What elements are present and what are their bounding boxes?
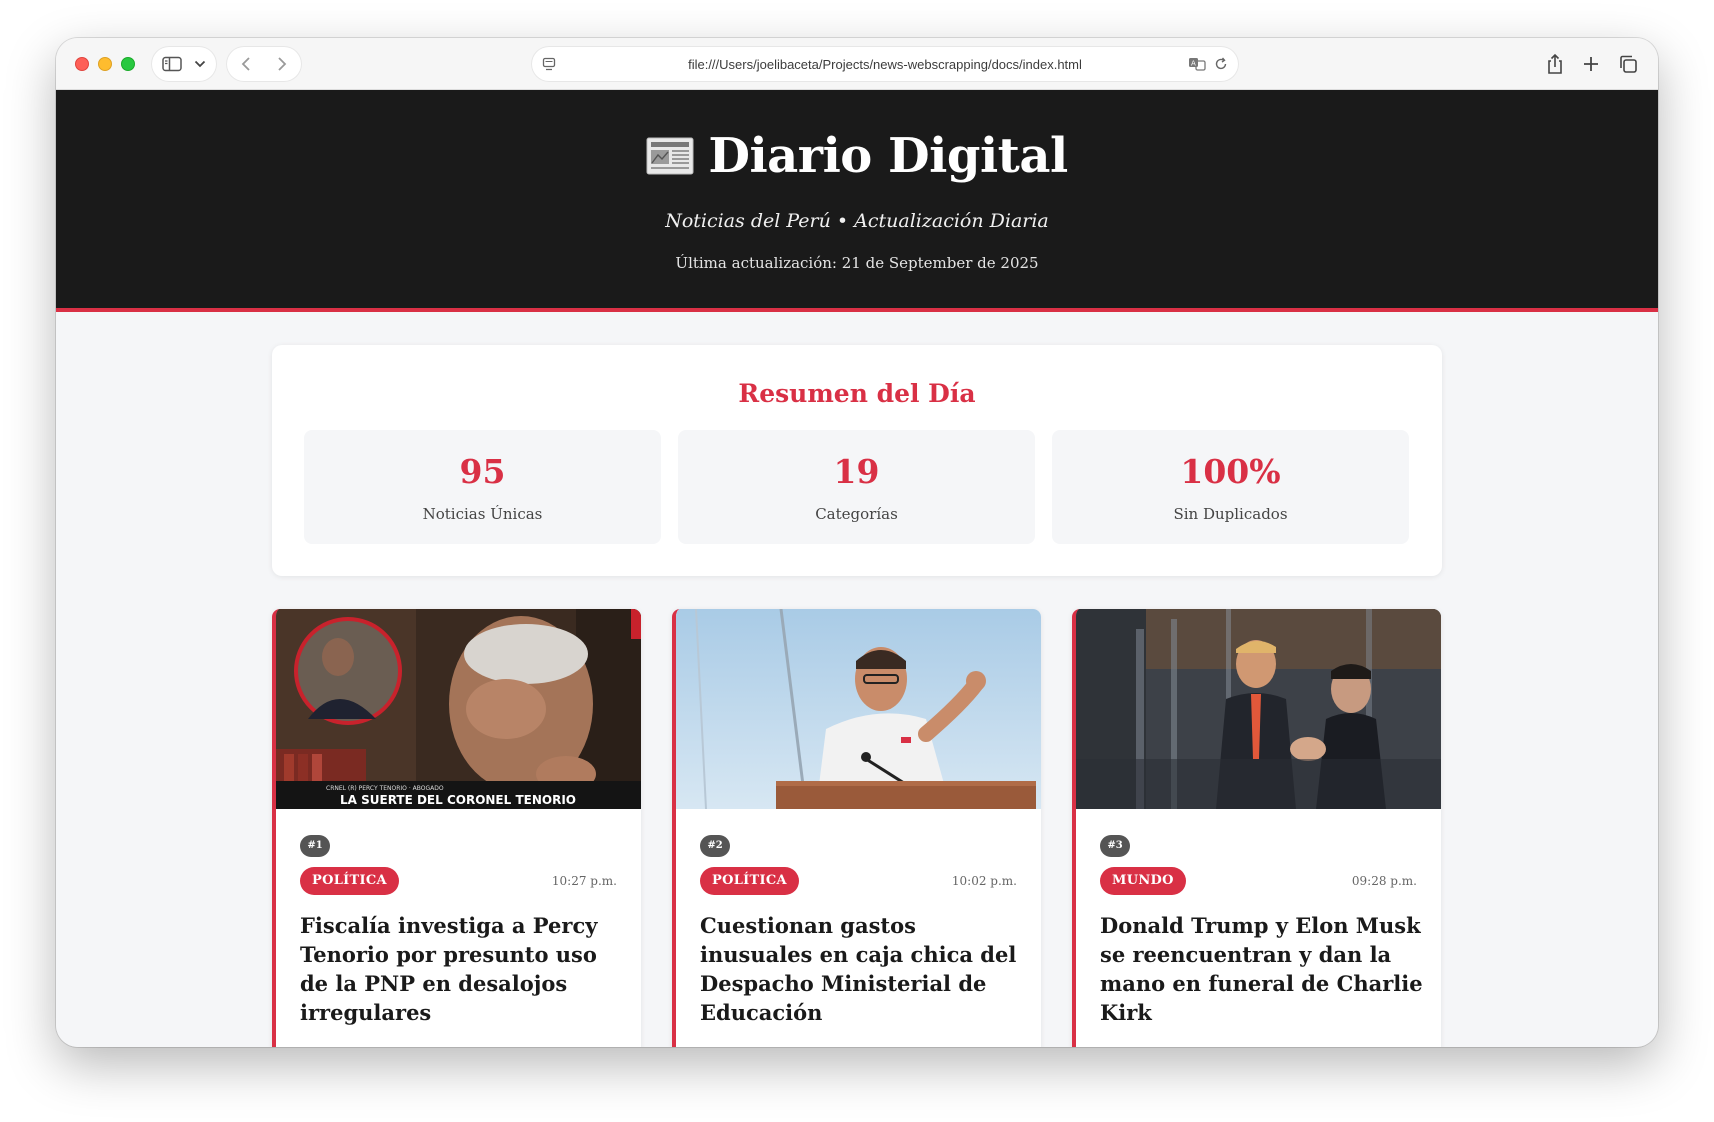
page-content: Diario Digital Noticias del Perú • Actua… bbox=[56, 90, 1658, 1047]
sidebar-icon bbox=[162, 56, 182, 72]
sidebar-toggle-button[interactable] bbox=[152, 47, 216, 81]
url-text: file:///Users/joelibaceta/Projects/news-… bbox=[688, 56, 1082, 72]
browser-window: file:///Users/joelibaceta/Projects/news-… bbox=[56, 38, 1658, 1047]
browser-toolbar: file:///Users/joelibaceta/Projects/news-… bbox=[56, 38, 1658, 90]
stat-no-duplicates: 100% Sin Duplicados bbox=[1052, 430, 1409, 544]
stat-value: 19 bbox=[833, 452, 880, 491]
chevron-down-icon[interactable] bbox=[194, 60, 206, 68]
forward-arrow-icon[interactable] bbox=[277, 56, 287, 72]
category-badge[interactable]: MUNDO bbox=[1100, 867, 1186, 895]
image-subcaption: CRNEL (R) PERCY TENORIO · ABOGADO bbox=[326, 785, 444, 792]
stat-categories: 19 Categorías bbox=[678, 430, 1035, 544]
news-image[interactable]: LA SUERTE DEL CORONEL TENORIO CRNEL (R) … bbox=[276, 609, 641, 809]
article-title[interactable]: Cuestionan gastos inusuales en caja chic… bbox=[700, 911, 1023, 1027]
stat-value: 100% bbox=[1180, 452, 1281, 491]
daily-summary: Resumen del Día 95 Noticias Únicas 19 Ca… bbox=[272, 345, 1442, 576]
publish-time: 10:27 p.m. bbox=[551, 874, 617, 888]
new-tab-icon[interactable] bbox=[1583, 56, 1599, 72]
news-card[interactable]: LA SUERTE DEL CORONEL TENORIO CRNEL (R) … bbox=[272, 609, 641, 1047]
stat-label: Sin Duplicados bbox=[1173, 505, 1288, 523]
rank-badge: #1 bbox=[300, 835, 330, 857]
reload-icon[interactable] bbox=[1214, 57, 1228, 71]
image-caption: LA SUERTE DEL CORONEL TENORIO bbox=[340, 793, 576, 807]
tagline: Noticias del Perú • Actualización Diaria bbox=[665, 210, 1049, 232]
minimize-window-button[interactable] bbox=[98, 57, 112, 71]
back-arrow-icon[interactable] bbox=[241, 56, 251, 72]
rank-badge: #2 bbox=[700, 835, 730, 857]
zoom-window-button[interactable] bbox=[121, 57, 135, 71]
share-icon[interactable] bbox=[1546, 53, 1564, 75]
summary-title: Resumen del Día bbox=[738, 379, 976, 408]
stat-label: Categorías bbox=[815, 505, 898, 523]
site-title-text: Diario Digital bbox=[708, 128, 1068, 184]
category-badge[interactable]: POLÍTICA bbox=[700, 867, 799, 895]
article-title[interactable]: Donald Trump y Elon Musk se reencuentran… bbox=[1100, 911, 1423, 1027]
last-updated: Última actualización: 21 de September de… bbox=[675, 254, 1039, 272]
rank-badge: #3 bbox=[1100, 835, 1130, 857]
article-title[interactable]: Fiscalía investiga a Percy Tenorio por p… bbox=[300, 911, 623, 1027]
svg-text:A: A bbox=[1191, 60, 1196, 68]
category-badge[interactable]: POLÍTICA bbox=[300, 867, 399, 895]
page-settings-icon[interactable] bbox=[542, 57, 556, 71]
newspaper-icon bbox=[646, 137, 694, 175]
news-card[interactable]: #3 MUNDO 09:28 p.m. Donald Trump y Elon … bbox=[1072, 609, 1441, 1047]
stat-value: 95 bbox=[459, 452, 506, 491]
news-card[interactable]: #2 POLÍTICA 10:02 p.m. Cuestionan gastos… bbox=[672, 609, 1041, 1047]
stat-label: Noticias Únicas bbox=[422, 505, 543, 523]
news-image[interactable] bbox=[1076, 609, 1441, 809]
news-image[interactable] bbox=[676, 609, 1041, 809]
address-bar[interactable]: file:///Users/joelibaceta/Projects/news-… bbox=[532, 47, 1238, 81]
stat-unique-news: 95 Noticias Únicas bbox=[304, 430, 661, 544]
site-title: Diario Digital bbox=[56, 128, 1658, 184]
tab-overview-icon[interactable] bbox=[1618, 54, 1638, 74]
navigation-buttons bbox=[227, 47, 301, 81]
translate-icon[interactable]: A bbox=[1188, 57, 1206, 71]
publish-time: 09:28 p.m. bbox=[1351, 874, 1417, 888]
publish-time: 10:02 p.m. bbox=[951, 874, 1017, 888]
masthead: Diario Digital Noticias del Perú • Actua… bbox=[56, 90, 1658, 312]
close-window-button[interactable] bbox=[75, 57, 89, 71]
